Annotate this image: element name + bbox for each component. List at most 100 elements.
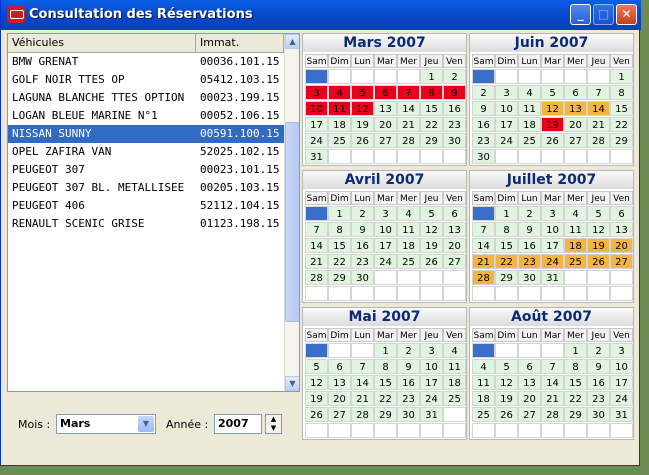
calendar-day[interactable]: 15 [610, 101, 633, 116]
calendar-day[interactable]: 11 [443, 359, 466, 374]
calendar-day[interactable]: 10 [305, 101, 328, 116]
calendar-day[interactable]: 17 [495, 117, 518, 132]
calendar-day[interactable]: 10 [420, 359, 443, 374]
calendar-day[interactable]: 5 [420, 206, 443, 221]
calendar-day[interactable]: 13 [610, 222, 633, 237]
calendar-day[interactable]: 29 [495, 270, 518, 285]
calendar-day[interactable]: 3 [305, 85, 328, 100]
calendar-day[interactable]: 27 [328, 407, 351, 422]
calendar-day[interactable]: 22 [374, 391, 397, 406]
calendar-day[interactable]: 20 [328, 391, 351, 406]
calendar-day[interactable]: 8 [564, 359, 587, 374]
close-button[interactable]: ✕ [616, 4, 637, 25]
calendar-day[interactable]: 1 [495, 206, 518, 221]
calendar-day[interactable]: 7 [472, 222, 495, 237]
chevron-down-icon[interactable]: ▼ [138, 416, 154, 432]
calendar-day[interactable]: 5 [351, 85, 374, 100]
calendar-day[interactable]: 6 [443, 206, 466, 221]
calendar-day[interactable]: 19 [541, 117, 564, 132]
calendar-day[interactable]: 13 [443, 222, 466, 237]
scroll-thumb[interactable] [285, 122, 299, 322]
table-row[interactable]: PEUGEOT 406 52112.104.15 [8, 197, 284, 215]
calendar-day[interactable]: 26 [305, 407, 328, 422]
calendar-day[interactable]: 8 [374, 359, 397, 374]
calendar-day[interactable]: 26 [495, 407, 518, 422]
calendar-day[interactable]: 18 [472, 391, 495, 406]
scroll-down-icon[interactable]: ▼ [285, 376, 299, 391]
calendar-day[interactable]: 20 [374, 117, 397, 132]
calendar-day[interactable]: 16 [351, 238, 374, 253]
calendar-day[interactable]: 27 [518, 407, 541, 422]
calendar-day[interactable]: 5 [495, 359, 518, 374]
calendar-day[interactable]: 31 [541, 270, 564, 285]
calendar-day[interactable]: 25 [564, 254, 587, 269]
calendar-day[interactable]: 1 [564, 343, 587, 358]
calendar-day[interactable]: 24 [420, 391, 443, 406]
calendar-day[interactable]: 23 [443, 117, 466, 132]
calendar-day[interactable]: 30 [472, 149, 495, 164]
calendar-day[interactable]: 20 [443, 238, 466, 253]
calendar-day[interactable]: 12 [420, 222, 443, 237]
calendar-day[interactable]: 9 [587, 359, 610, 374]
calendar-day[interactable]: 16 [472, 117, 495, 132]
calendar-day[interactable]: 29 [328, 270, 351, 285]
calendar-day[interactable]: 15 [564, 375, 587, 390]
calendar-day[interactable]: 2 [351, 206, 374, 221]
calendar-day[interactable]: 17 [305, 117, 328, 132]
table-row[interactable]: LAGUNA BLANCHE TTES OPTION 00023.199.15 [8, 89, 284, 107]
calendar-day[interactable]: 23 [472, 133, 495, 148]
calendar-day[interactable]: 29 [374, 407, 397, 422]
calendar-day[interactable]: 28 [587, 133, 610, 148]
calendar-day[interactable]: 23 [351, 254, 374, 269]
calendar-day[interactable]: 1 [420, 69, 443, 84]
calendar-day[interactable]: 24 [305, 133, 328, 148]
calendar-day[interactable]: 31 [610, 407, 633, 422]
calendar-day[interactable]: 26 [351, 133, 374, 148]
calendar-day[interactable]: 28 [472, 270, 495, 285]
calendar-day[interactable]: 19 [420, 238, 443, 253]
spin-down-icon[interactable]: ▼ [266, 424, 281, 433]
calendar-day[interactable]: 11 [472, 375, 495, 390]
calendar-day[interactable]: 14 [587, 101, 610, 116]
calendar-day[interactable]: 22 [564, 391, 587, 406]
calendar-day[interactable]: 20 [564, 117, 587, 132]
calendar-day[interactable]: 31 [305, 149, 328, 164]
calendar-day[interactable]: 10 [541, 222, 564, 237]
calendar-day[interactable]: 6 [564, 85, 587, 100]
calendar-day[interactable]: 2 [472, 85, 495, 100]
calendar-day[interactable]: 30 [443, 133, 466, 148]
calendar-day[interactable]: 3 [610, 343, 633, 358]
calendar-day[interactable]: 7 [541, 359, 564, 374]
year-field[interactable]: 2007 [214, 414, 262, 434]
calendar-day[interactable]: 21 [397, 117, 420, 132]
calendar-day[interactable]: 27 [374, 133, 397, 148]
calendar-day[interactable]: 12 [495, 375, 518, 390]
calendar-day[interactable]: 5 [541, 85, 564, 100]
calendar-day[interactable]: 22 [495, 254, 518, 269]
calendar-day[interactable]: 11 [328, 101, 351, 116]
calendar-day[interactable]: 15 [495, 238, 518, 253]
calendar-day[interactable]: 9 [518, 222, 541, 237]
calendar-day[interactable]: 15 [420, 101, 443, 116]
table-row[interactable]: PEUGEOT 307 BL. METALLISEE 00205.103.15 [8, 179, 284, 197]
table-row[interactable]: GOLF NOIR TTES OP 05412.103.15 [8, 71, 284, 89]
calendar-day[interactable]: 4 [443, 343, 466, 358]
scroll-up-icon[interactable]: ▲ [285, 34, 299, 49]
calendar-day[interactable]: 26 [587, 254, 610, 269]
calendar-day[interactable]: 9 [472, 101, 495, 116]
calendar-day[interactable]: 29 [564, 407, 587, 422]
calendar-day[interactable]: 11 [564, 222, 587, 237]
calendar-day[interactable]: 21 [351, 391, 374, 406]
calendar-day[interactable]: 25 [443, 391, 466, 406]
calendar-day[interactable]: 18 [518, 117, 541, 132]
calendar-day[interactable]: 17 [420, 375, 443, 390]
calendar-day[interactable]: 24 [495, 133, 518, 148]
calendar-day[interactable]: 21 [587, 117, 610, 132]
calendar-day[interactable]: 21 [541, 391, 564, 406]
calendar-day[interactable]: 22 [610, 117, 633, 132]
calendar-day[interactable]: 7 [305, 222, 328, 237]
calendar-day[interactable]: 20 [610, 238, 633, 253]
calendar-day[interactable]: 23 [587, 391, 610, 406]
calendar-day[interactable]: 19 [495, 391, 518, 406]
calendar-day[interactable]: 14 [305, 238, 328, 253]
